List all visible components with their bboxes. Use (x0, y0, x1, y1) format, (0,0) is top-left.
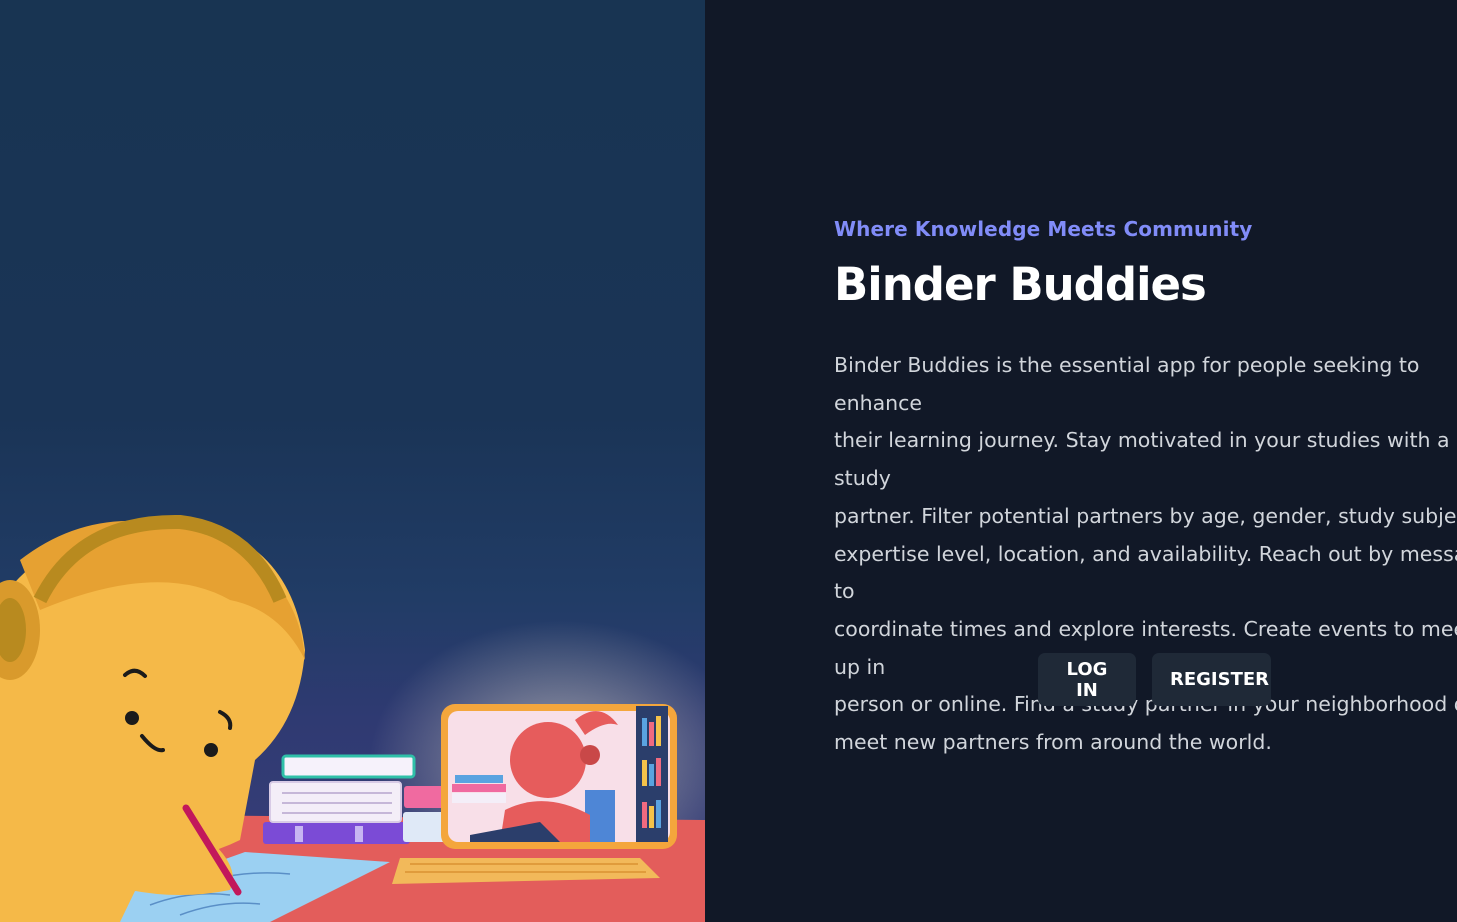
tagline: Where Knowledge Meets Community (834, 217, 1253, 241)
student-illustration (0, 514, 705, 922)
landing-page: Where Knowledge Meets Community Binder B… (0, 0, 1457, 922)
login-button[interactable]: LOG IN (1038, 653, 1136, 706)
page-title: Binder Buddies (834, 258, 1207, 311)
register-button[interactable]: REGISTER (1152, 653, 1271, 706)
auth-actions: LOG IN REGISTER (1038, 653, 1271, 706)
book (263, 822, 410, 844)
book (281, 754, 416, 779)
partner-head (510, 722, 586, 798)
hero-illustration-panel (0, 0, 705, 922)
intro-panel: Where Knowledge Meets Community Binder B… (705, 0, 1457, 922)
